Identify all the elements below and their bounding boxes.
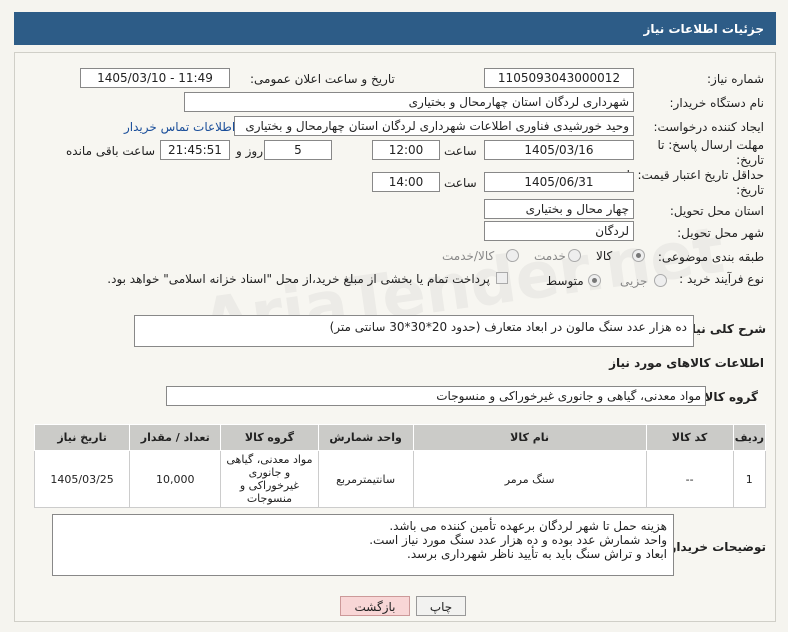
col-code-header: کد کالا [645, 424, 734, 451]
goods-info-title: اطلاعات کالاهای مورد نیاز [609, 356, 764, 370]
col-group-header: گروه کالا [220, 424, 319, 451]
deadline-time-field: 12:00 [372, 140, 440, 160]
deadline-label: مهلت ارسال پاسخ: تا تاریخ: [657, 138, 764, 167]
process-medium-radio[interactable] [588, 274, 601, 287]
validity-time-field: 14:00 [372, 172, 440, 192]
cell-row: 1 [732, 450, 767, 508]
category-goods-label: کالا [596, 249, 613, 263]
goods-table: ردیف کد کالا نام کالا واحد شمارش گروه کا… [33, 424, 767, 508]
description-field: ده هزار عدد سنگ مالون در ابعاد متعارف (ح… [134, 315, 694, 347]
col-unit-header: واحد شمارش [317, 424, 414, 451]
cell-group: مواد معدنی، گیاهی و جانوری غیرخوراکی و م… [220, 450, 319, 508]
process-minor-radio[interactable] [654, 274, 667, 287]
goods-group-label: گروه کالا: [699, 390, 758, 404]
goods-group-field: مواد معدنی، گیاهی و جانوری غیرخوراکی و م… [166, 386, 706, 406]
note-line: واحد شمارش عدد بوده و ده هزار عدد سنگ مو… [369, 533, 667, 547]
days-field: 5 [264, 140, 332, 160]
need-number-field: 1105093043000012 [484, 68, 634, 88]
cell-unit: سانتیمترمربع [317, 450, 414, 508]
remaining-label: ساعت باقی مانده [66, 144, 156, 158]
validity-time-label: ساعت [444, 176, 477, 190]
back-button[interactable]: بازگشت [340, 596, 410, 616]
need-number-label: شماره نیاز: [707, 72, 764, 86]
announce-field: 1405/03/10 - 11:49 [80, 68, 230, 88]
category-service-label: خدمت [534, 249, 566, 263]
treasury-checkbox[interactable] [496, 272, 508, 284]
goods-table-header-row: ردیف کد کالا نام کالا واحد شمارش گروه کا… [33, 424, 767, 451]
province-label: استان محل تحویل: [669, 204, 764, 218]
note-line: ابعاد و تراش سنگ باید به تأیید ناظر شهرد… [407, 547, 667, 561]
buyer-notes-field: هزینه حمل تا شهر لردگان برعهده تأمین کنن… [52, 514, 674, 576]
page-title: جزئیات اطلاعات نیاز [643, 22, 764, 36]
page-header: جزئیات اطلاعات نیاز [14, 12, 776, 45]
creator-field: وحید خورشیدی فناوری اطلاعات شهرداری لردگ… [234, 116, 634, 136]
goods-table-wrapper: ردیف کد کالا نام کالا واحد شمارش گروه کا… [33, 424, 767, 508]
note-line: هزینه حمل تا شهر لردگان برعهده تأمین کنن… [389, 519, 667, 533]
process-medium-label: متوسط [546, 274, 584, 288]
category-both-label: کالا/خدمت [442, 249, 495, 263]
validity-date-field: 1405/06/31 [484, 172, 634, 192]
buyer-org-label: نام دستگاه خریدار: [669, 96, 765, 110]
buyer-notes-label: توضیحات خریدار: [664, 540, 766, 554]
validity-label: حداقل تاریخ اعتبار قیمت: تا تاریخ: [626, 168, 764, 197]
category-goods-radio[interactable] [632, 249, 645, 262]
category-label: طبقه بندی موضوعی: [657, 250, 764, 264]
remaining-time-field: 21:45:51 [160, 140, 230, 160]
announce-label: تاریخ و ساعت اعلان عمومی: [250, 72, 395, 86]
process-label: نوع فرآیند خرید : [679, 272, 764, 286]
cell-date: 1405/03/25 [33, 450, 131, 508]
col-row-header: ردیف [732, 424, 767, 451]
category-both-radio[interactable] [506, 249, 519, 262]
print-button[interactable]: چاپ [416, 596, 466, 616]
table-row: 1 -- سنگ مرمر سانتیمترمربع مواد معدنی، گ… [33, 450, 767, 508]
city-label: شهر محل تحویل: [677, 226, 764, 240]
days-label: روز و [236, 144, 263, 158]
payment-note: پرداخت تمام یا بخشی از مبلغ خرید،از محل … [107, 272, 490, 286]
cell-name: سنگ مرمر [412, 450, 647, 508]
category-service-radio[interactable] [568, 249, 581, 262]
col-date-header: تاریخ نیاز [33, 424, 131, 451]
creator-label: ایجاد کننده درخواست: [653, 120, 764, 134]
city-field: لردگان [484, 221, 634, 241]
buyer-org-field: شهرداری لردگان استان چهارمحال و بختیاری [184, 92, 634, 112]
deadline-date-field: 1405/03/16 [484, 140, 634, 160]
col-qty-header: تعداد / مقدار [129, 424, 222, 451]
process-minor-label: جزیی [620, 274, 648, 288]
cell-qty: 10,000 [129, 450, 222, 508]
deadline-time-label: ساعت [444, 144, 477, 158]
cell-code: -- [645, 450, 734, 508]
col-name-header: نام کالا [412, 424, 647, 451]
province-field: چهار محال و بختیاری [484, 199, 634, 219]
buyer-contact-link[interactable]: اطلاعات تماس خریدار [124, 120, 235, 134]
